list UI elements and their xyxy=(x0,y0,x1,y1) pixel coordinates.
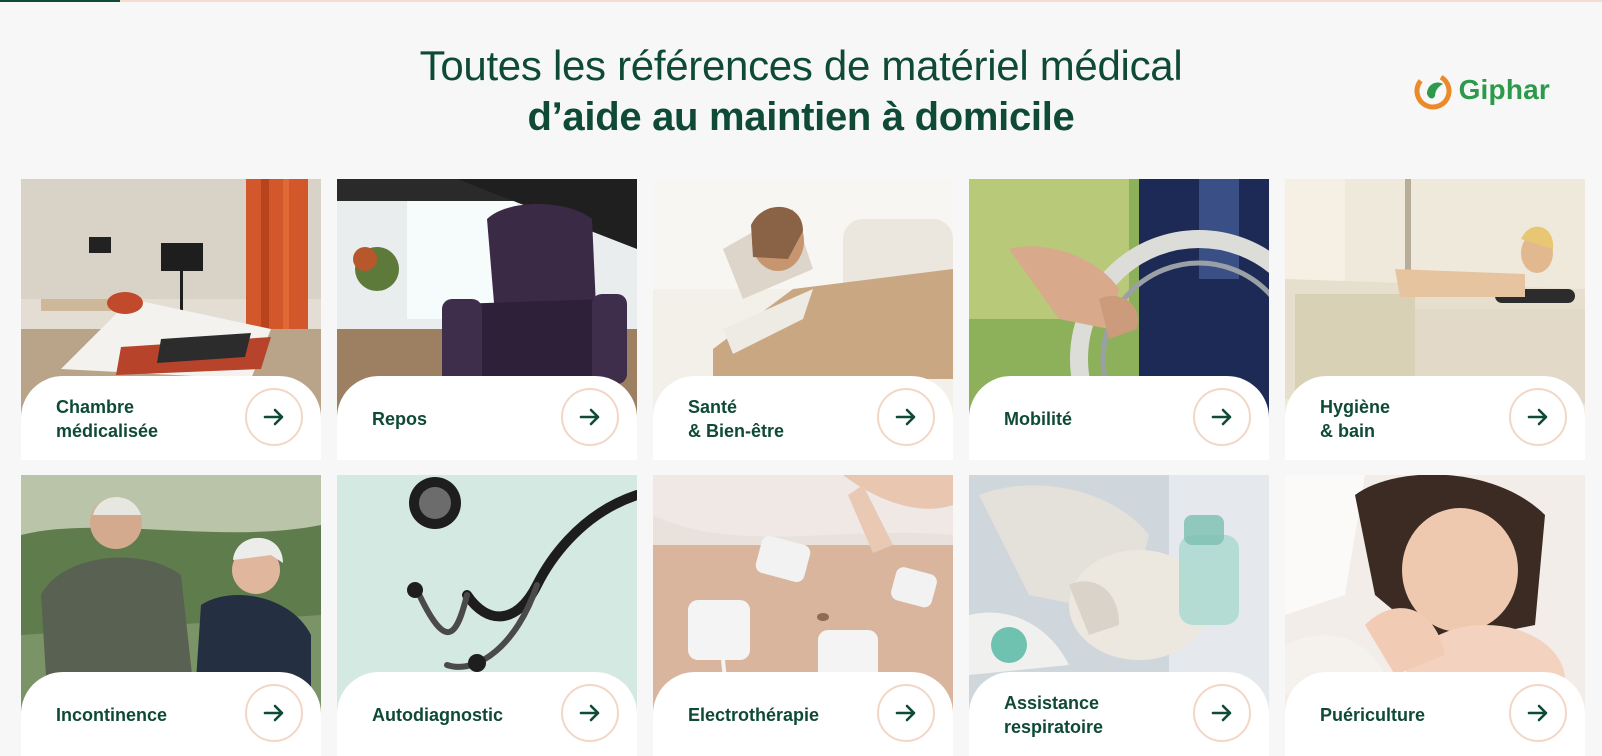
category-card-panel: Chambre médicalisée xyxy=(21,376,321,460)
category-card-panel: Electrothérapie xyxy=(653,672,953,756)
category-card-panel: Puériculture xyxy=(1285,672,1585,756)
category-label: Mobilité xyxy=(1004,409,1072,429)
arrow-button[interactable] xyxy=(877,684,935,742)
category-label: Hygiène & bain xyxy=(1320,397,1391,441)
arrow-right-icon xyxy=(895,408,916,426)
category-card-incontinence[interactable]: Incontinence xyxy=(21,475,321,756)
category-card-electrotherapie[interactable]: Electrothérapie xyxy=(653,475,953,756)
arrow-right-icon xyxy=(579,408,600,426)
arrow-button[interactable] xyxy=(877,388,935,446)
arrow-right-icon xyxy=(263,704,284,722)
category-card-puericulture[interactable]: Puériculture xyxy=(1285,475,1585,756)
arrow-right-icon xyxy=(579,704,600,722)
category-card-mobilite[interactable]: Mobilité xyxy=(969,179,1269,460)
category-card-panel: Incontinence xyxy=(21,672,321,756)
category-card-chambre-medicalisee[interactable]: Chambre médicalisée xyxy=(21,179,321,460)
arrow-right-icon xyxy=(895,704,916,722)
arrow-right-icon xyxy=(1527,408,1548,426)
category-label: Incontinence xyxy=(56,705,168,725)
arrow-button[interactable] xyxy=(245,388,303,446)
giphar-logo[interactable]: Giphar xyxy=(1413,70,1550,110)
category-card-repos[interactable]: Repos xyxy=(337,179,637,460)
arrow-button[interactable] xyxy=(561,388,619,446)
category-card-panel: Autodiagnostic xyxy=(337,672,637,756)
arrow-button[interactable] xyxy=(1509,388,1567,446)
arrow-button[interactable] xyxy=(1193,684,1251,742)
page-heading-line2: d’aide au maintien à domicile xyxy=(527,95,1075,139)
category-label: Assistance respiratoire xyxy=(1004,693,1104,737)
arrow-button[interactable] xyxy=(1509,684,1567,742)
category-card-panel: Repos xyxy=(337,376,637,460)
page-heading-line1: Toutes les références de matériel médica… xyxy=(419,42,1183,89)
category-card-autodiagnostic[interactable]: Autodiagnostic xyxy=(337,475,637,756)
category-card-hygiene-bain[interactable]: Hygiène & bain xyxy=(1285,179,1585,460)
arrow-button[interactable] xyxy=(245,684,303,742)
arrow-right-icon xyxy=(263,408,284,426)
category-label: Puériculture xyxy=(1320,705,1426,725)
category-label: Autodiagnostic xyxy=(372,705,503,725)
category-card-panel: Assistance respiratoire xyxy=(969,672,1269,756)
giphar-logo-text: Giphar xyxy=(1458,74,1550,105)
top-divider-active-segment xyxy=(0,0,120,2)
category-card-panel: Santé & Bien-être xyxy=(653,376,953,460)
category-label: Santé & Bien-être xyxy=(688,397,785,441)
arrow-right-icon xyxy=(1211,408,1232,426)
category-card-assistance-respiratoire[interactable]: Assistance respiratoire xyxy=(969,475,1269,756)
arrow-right-icon xyxy=(1527,704,1548,722)
category-card-panel: Hygiène & bain xyxy=(1285,376,1585,460)
top-divider xyxy=(0,0,1602,2)
arrow-right-icon xyxy=(1211,704,1232,722)
page-heading: Toutes les références de matériel médica… xyxy=(0,40,1602,142)
arrow-button[interactable] xyxy=(1193,388,1251,446)
category-label: Chambre médicalisée xyxy=(56,397,159,441)
giphar-logo-icon xyxy=(1414,72,1452,110)
category-grid: Chambre médicalisée Repos Santé & Bien-ê… xyxy=(21,179,1585,756)
category-label: Repos xyxy=(372,409,428,429)
category-card-sante-bien-etre[interactable]: Santé & Bien-être xyxy=(653,179,953,460)
arrow-button[interactable] xyxy=(561,684,619,742)
category-label: Electrothérapie xyxy=(688,705,820,725)
category-card-panel: Mobilité xyxy=(969,376,1269,460)
